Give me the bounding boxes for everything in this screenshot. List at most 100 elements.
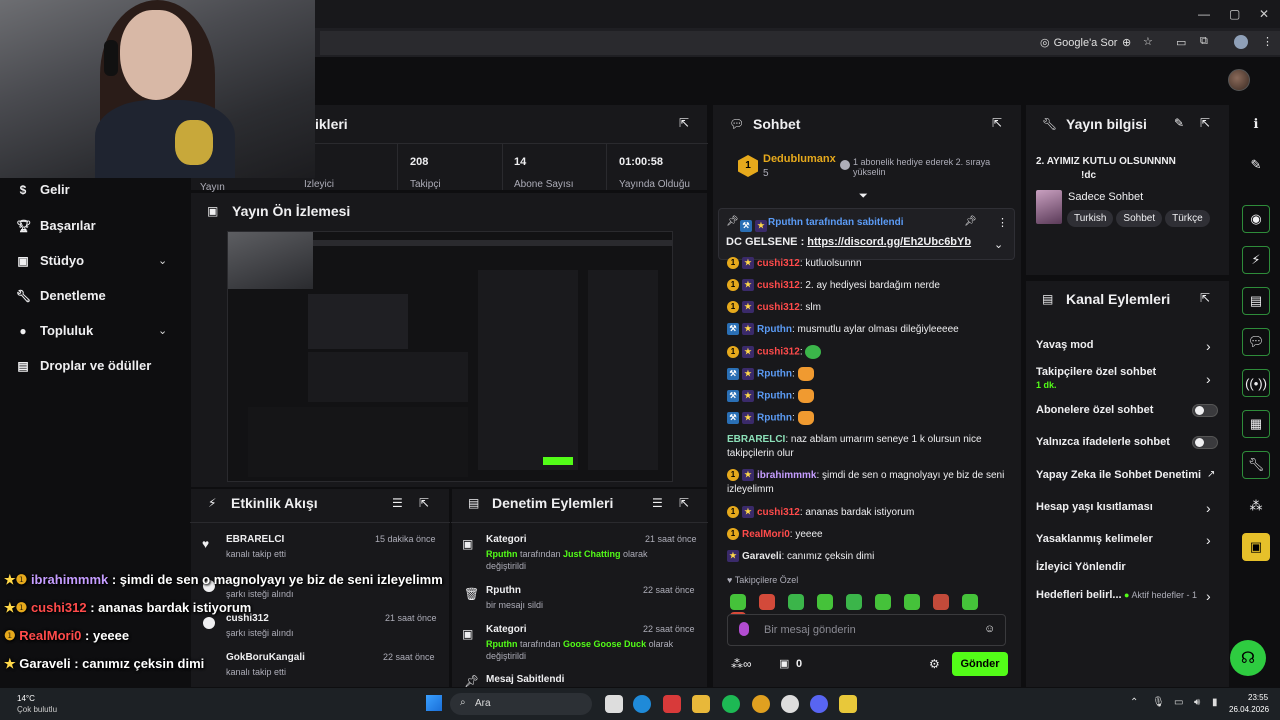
lightning-icon[interactable]: ⚡︎ xyxy=(1242,246,1270,274)
chevron-down-icon[interactable]: ⌄ xyxy=(158,254,167,267)
user-avatar[interactable] xyxy=(1228,69,1250,91)
edit-pencil-icon[interactable]: ✎ xyxy=(1174,116,1184,130)
layout-icon[interactable]: ▦ xyxy=(1242,410,1270,438)
wrench-icon[interactable]: 🔧︎ xyxy=(1242,451,1270,479)
tag[interactable]: Sohbet xyxy=(1116,210,1163,227)
popout-icon[interactable]: ⇱ xyxy=(992,116,1002,130)
bookmark-star-icon[interactable]: ☆ xyxy=(1143,35,1153,48)
sidebar-item-gelir[interactable]: $ Gelir xyxy=(16,182,70,197)
file-explorer-icon[interactable] xyxy=(692,695,710,713)
windows-start-icon[interactable] xyxy=(426,695,442,711)
filter-icon[interactable]: ☰ xyxy=(652,496,663,510)
popout-icon[interactable]: ⇱ xyxy=(679,116,689,130)
category-name[interactable]: Sadece Sohbet xyxy=(1068,191,1143,203)
address-bar[interactable] xyxy=(320,31,1280,55)
points-count: 0 xyxy=(796,658,803,670)
stream-preview-video[interactable] xyxy=(227,231,673,482)
weather-temp[interactable]: 14°C xyxy=(17,694,35,703)
tags: Turkish Sohbet Türkçe xyxy=(1067,208,1213,227)
emote xyxy=(797,389,814,403)
chevron-up-icon[interactable]: ⌃ xyxy=(1130,697,1138,708)
chat-message: EBRARELCI: naz ablam umarım seneye 1 k o… xyxy=(727,434,982,459)
action-followers-only[interactable]: Takipçilere özel sohbet xyxy=(1036,366,1218,378)
sidebar-item-studyo[interactable]: ▣ Stüdyo xyxy=(16,253,84,268)
edit-pencil-icon[interactable]: ✎ xyxy=(1242,151,1270,179)
tag[interactable]: Türkçe xyxy=(1165,210,1210,227)
emote xyxy=(797,367,814,381)
info-icon[interactable]: ℹ xyxy=(1242,110,1270,138)
chevron-down-icon[interactable]: ⌄ xyxy=(158,324,167,337)
community-icon[interactable]: ⁂ xyxy=(1242,492,1270,520)
google-sor-button[interactable]: ◎ Google'a Sor xyxy=(1040,36,1117,50)
popout-icon[interactable]: ⇱ xyxy=(679,496,689,510)
sidebar-item-droplar[interactable]: ▤ Droplar ve ödüller xyxy=(16,358,151,373)
sidebar-item-topluluk[interactable]: ● Topluluk xyxy=(16,323,93,338)
cast-icon[interactable]: ▭ xyxy=(1176,36,1186,49)
support-headset-icon[interactable]: ☊ xyxy=(1230,640,1266,676)
camera-icon[interactable]: ◉ xyxy=(1242,205,1270,233)
app-icon[interactable]: ▣ xyxy=(1242,533,1270,561)
actions-icon: ▤ xyxy=(1042,292,1054,306)
send-button[interactable]: Gönder xyxy=(952,652,1008,676)
mod-title: Mesaj Sabitlendi xyxy=(486,674,565,685)
emoji-icon[interactable]: ☺ xyxy=(984,623,995,635)
dollar-icon: $ xyxy=(19,182,27,197)
sidebar-item-denetleme[interactable]: 🔧︎ Denetleme xyxy=(16,288,106,303)
document-icon[interactable]: ▤ xyxy=(1242,287,1270,315)
mic-icon[interactable] xyxy=(739,622,749,636)
heart-icon: ♥ xyxy=(727,575,735,585)
tag[interactable]: Turkish xyxy=(1067,210,1114,227)
filter-icon[interactable]: ☰ xyxy=(392,496,403,510)
task-view-icon[interactable] xyxy=(605,695,623,713)
maximize-button[interactable]: ▢ xyxy=(1229,7,1240,21)
obs-icon[interactable] xyxy=(781,695,799,713)
network-icon[interactable]: ▭ xyxy=(1174,697,1183,708)
gift-user[interactable]: Dedublumanx xyxy=(763,153,836,165)
preview-icon: ▣ xyxy=(207,204,219,218)
action-slow-mode[interactable]: Yavaş mod xyxy=(1036,339,1218,351)
chat-message: 1 ★ cushi312: kutluolsunnn xyxy=(727,257,1012,271)
app-icon[interactable] xyxy=(663,695,681,713)
minimize-button[interactable]: — xyxy=(1198,7,1210,21)
mod-time: 22 saat önce xyxy=(643,624,695,634)
settings-gear-icon[interactable]: ⚙ xyxy=(929,657,940,671)
browser-menu-icon[interactable]: ⋮ xyxy=(1262,35,1273,48)
clock-time[interactable]: 23:55 xyxy=(1248,693,1268,702)
spotify-icon[interactable] xyxy=(722,695,740,713)
collapse-icon[interactable]: ⏷ xyxy=(859,190,868,203)
taskbar-search[interactable] xyxy=(450,693,592,715)
event-time: 21 saat önce xyxy=(385,613,437,623)
chrome-icon[interactable] xyxy=(752,695,770,713)
edge-icon[interactable] xyxy=(633,695,651,713)
popout-icon[interactable]: ⇱ xyxy=(1200,291,1210,305)
extensions-icon[interactable]: ⧉ xyxy=(1200,35,1208,48)
broadcast-icon[interactable]: ((•)) xyxy=(1242,369,1270,397)
moderation-title: Denetim Eylemleri xyxy=(492,495,614,511)
mic-icon[interactable]: 🎙︎ xyxy=(1152,697,1165,708)
volume-icon[interactable]: 🔊︎ xyxy=(1194,697,1200,708)
battery-icon[interactable]: ▮ xyxy=(1212,697,1218,708)
zoom-icon[interactable]: ⊕ xyxy=(1122,36,1131,49)
emotes-only-toggle[interactable] xyxy=(1192,436,1218,449)
discord-icon[interactable] xyxy=(810,695,828,713)
unpin-icon[interactable]: 📌︎ xyxy=(964,216,977,227)
popout-icon[interactable]: ⇱ xyxy=(1200,116,1210,130)
stream-info-title: Yayın bilgisi xyxy=(1066,116,1147,132)
chevron-down-icon[interactable]: ⌄ xyxy=(994,238,1003,251)
action-account-age[interactable]: Hesap yaşı kısıtlaması xyxy=(1036,501,1218,513)
app-icon[interactable] xyxy=(839,695,857,713)
chat-icon[interactable]: 💬︎ xyxy=(1242,328,1270,356)
discord-link[interactable]: https://discord.gg/Eh2Ubc6bYb xyxy=(807,236,971,248)
webcam-overlay xyxy=(0,0,315,178)
mod-desc-2: değiştirildi xyxy=(486,651,527,661)
profile-icon[interactable] xyxy=(1234,35,1248,49)
action-banned-words[interactable]: Yasaklanmış kelimeler xyxy=(1036,533,1218,545)
popout-icon[interactable]: ⇱ xyxy=(419,496,429,510)
subscribers-only-toggle[interactable] xyxy=(1192,404,1218,417)
close-window-button[interactable]: ✕ xyxy=(1259,7,1269,21)
action-raid[interactable]: İzleyici Yönlendir xyxy=(1036,561,1218,573)
more-icon[interactable]: ⋮ xyxy=(997,216,1008,229)
channel-points-icon[interactable]: ⁂∞ xyxy=(731,657,752,671)
sidebar-item-basarilar[interactable]: 🏆︎ Başarılar xyxy=(16,218,96,233)
action-ai-moderation[interactable]: Yapay Zeka ile Sohbet Denetimi xyxy=(1036,469,1218,481)
